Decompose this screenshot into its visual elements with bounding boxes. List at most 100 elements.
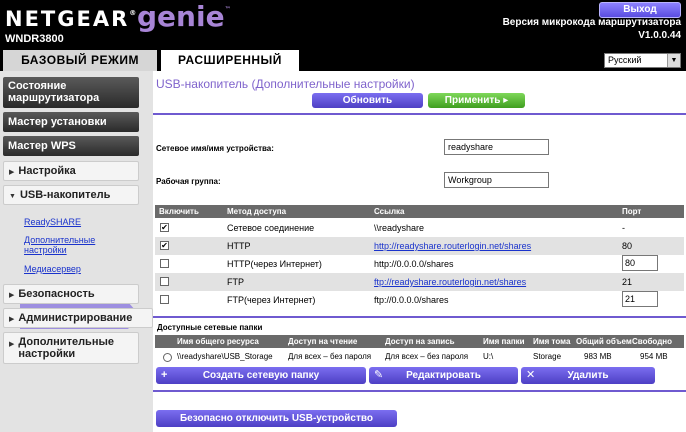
access-port: 80 [622,241,633,251]
sidebar-item-router-status[interactable]: Состояние маршрутизатора [3,77,139,108]
sidebar-item-security[interactable]: ▶ Безопасность [3,284,139,304]
table-row: \\readyshare\USB_Storage Для всех – без … [155,349,684,365]
caret-right-icon: ▶ [9,341,15,348]
chevron-down-icon[interactable]: ▼ [667,54,680,67]
firmware-version: V1.0.0.44 [638,30,681,41]
port-input[interactable]: 80 [622,255,658,271]
column-header: Имя папки [483,337,525,346]
access-method: Сетевое соединение [227,223,315,233]
access-method: HTTP [227,241,251,251]
column-header: Имя общего ресурса [177,337,259,346]
sidebar-item-label: Безопасность [18,288,95,300]
network-name-label: Сетевое имя/имя устройства: [156,144,274,153]
share-volume: Storage [533,352,562,361]
sidebar-item-label: Дополнительные настройки [18,336,114,360]
column-header: Доступ на запись [385,337,455,346]
refresh-button[interactable]: Обновить [312,93,423,108]
access-link[interactable]: http://readyshare.routerlogin.net/shares [374,241,531,251]
column-header: Ссылка [374,207,405,216]
tab-basic-mode[interactable]: БАЗОВЫЙ РЕЖИМ [3,50,157,71]
sidebar-subitem-advanced-settings[interactable]: Дополнительные настройки [24,235,124,255]
share-folder: U:\ [483,352,494,361]
caret-right-icon: ▶ [9,316,15,323]
share-radio[interactable] [163,353,172,362]
access-link: ftp://0.0.0.0/shares [374,295,449,305]
share-write-access: Для всех – без пароля [385,352,469,361]
column-header: Доступ на чтение [288,337,358,346]
sidebar-item-advanced-setup[interactable]: ▶ Дополнительные настройки [3,332,139,364]
table-row: FTP ftp://readyshare.routerlogin.net/sha… [155,273,684,291]
sidebar-item-setup[interactable]: ▶ Настройка [3,161,139,181]
firmware-label: Версия микрокода маршрутизатора [502,17,681,28]
access-link: http://0.0.0.0/shares [374,259,454,269]
apply-button[interactable]: Применить ▸ [428,93,525,108]
page-title: USB-накопитель (Дополнительные настройки… [156,77,415,91]
column-header: Общий объем [576,337,632,346]
access-port: 21 [622,277,633,287]
access-table-header: Включить Метод доступа Ссылка Порт [155,205,684,218]
table-row: ✔ HTTP http://readyshare.routerlogin.net… [155,237,684,255]
port-input[interactable]: 21 [622,291,658,307]
main-content: USB-накопитель (Дополнительные настройки… [153,71,686,432]
sidebar-item-label: Настройка [18,165,76,177]
eject-usb-button[interactable]: Безопасно отключить USB-устройство [156,410,397,427]
table-row: HTTP(через Интернет) http://0.0.0.0/shar… [155,255,684,273]
column-header: Имя тома [533,337,571,346]
enable-checkbox[interactable]: ✔ [160,241,169,250]
access-link: \\readyshare [374,223,425,233]
enable-checkbox[interactable] [160,259,169,268]
caret-down-icon: ▼ [9,193,16,200]
column-header: Порт [622,207,642,216]
sidebar-subitem-readyshare[interactable]: ReadySHARE [24,217,81,227]
sidebar-item-administration[interactable]: ▶ Администрирование [3,308,153,328]
share-free: 954 MB [640,352,668,361]
sidebar-item-label: USB-накопитель [19,189,111,201]
sidebar-subitem-media-server[interactable]: Медиасервер [24,264,81,274]
access-method: HTTP(через Интернет) [227,259,322,269]
column-header: Свободно [632,337,672,346]
sidebar-item-label: Мастер установки [8,116,107,128]
netgear-logo: NETGEAR® [5,7,137,31]
shares-table-header: Имя общего ресурса Доступ на чтение Дост… [155,335,684,348]
language-select[interactable]: Русский ▼ [604,53,681,68]
column-header: Метод доступа [227,207,287,216]
column-header: Включить [159,207,199,216]
share-total: 983 MB [584,352,612,361]
sidebar-item-usb-storage[interactable]: ▼ USB-накопитель [3,185,139,205]
delete-button[interactable]: ✕ Удалить [521,367,655,384]
caret-right-icon: ▶ [9,169,15,176]
divider [153,390,686,392]
edit-button[interactable]: ✎ Редактировать [369,367,518,384]
enable-checkbox[interactable] [160,295,169,304]
sidebar-item-wps-wizard[interactable]: Мастер WPS [3,136,139,156]
sidebar-item-label: Администрирование [18,312,133,324]
workgroup-label: Рабочая группа: [156,177,221,186]
workgroup-input[interactable]: Workgroup [444,172,549,188]
access-link[interactable]: ftp://readyshare.routerlogin.net/shares [374,277,526,287]
logout-button[interactable]: Выход [599,2,681,18]
genie-logo: genie™ [137,0,231,33]
caret-right-icon: ▶ [9,292,15,299]
shares-title: Доступные сетевые папки [157,323,263,332]
network-name-input[interactable]: readyshare [444,139,549,155]
divider [153,316,686,318]
sidebar-item-label: Состояние маршрутизатора [8,80,100,104]
language-value: Русский [608,55,642,65]
sidebar: Состояние маршрутизатора Мастер установк… [0,71,153,432]
sidebar-item-setup-wizard[interactable]: Мастер установки [3,112,139,132]
divider [153,113,686,115]
access-method: FTP(через Интернет) [227,295,316,305]
tab-advanced-mode[interactable]: РАСШИРЕННЫЙ [161,50,299,71]
table-row: FTP(через Интернет) ftp://0.0.0.0/shares… [155,291,684,309]
access-port: - [622,223,625,233]
enable-checkbox[interactable] [160,277,169,286]
model-name: WNDR3800 [5,33,64,45]
enable-checkbox[interactable]: ✔ [160,223,169,232]
table-row: ✔ Сетевое соединение \\readyshare - [155,219,684,237]
sidebar-item-label: Мастер WPS [8,140,76,152]
share-name: \\readyshare\USB_Storage [177,352,273,361]
share-read-access: Для всех – без пароля [288,352,372,361]
header: NETGEAR® genie™ WNDR3800 Выход Версия ми… [0,0,686,71]
create-share-button[interactable]: + Создать сетевую папку [156,367,366,384]
access-method: FTP [227,277,244,287]
